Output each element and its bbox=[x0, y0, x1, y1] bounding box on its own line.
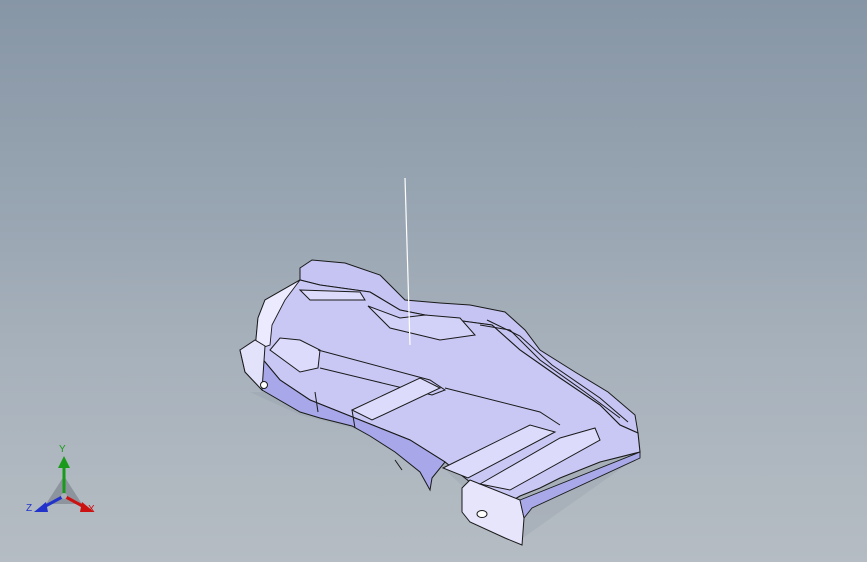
graphics-viewport[interactable]: Y Z X bbox=[0, 0, 867, 562]
triad-y-arrow bbox=[58, 456, 70, 468]
triad-z-label: Z bbox=[26, 503, 33, 514]
left-tab-hole bbox=[260, 381, 268, 389]
triad-y-label: Y bbox=[59, 444, 66, 455]
triad-origin bbox=[61, 493, 67, 499]
triad-z-arrow bbox=[34, 502, 48, 512]
reference-triad: Y Z X bbox=[24, 444, 104, 526]
triad-x-label: X bbox=[88, 504, 95, 515]
right-bracket-hole bbox=[476, 510, 488, 518]
sheet-metal-part-model[interactable] bbox=[0, 0, 867, 562]
